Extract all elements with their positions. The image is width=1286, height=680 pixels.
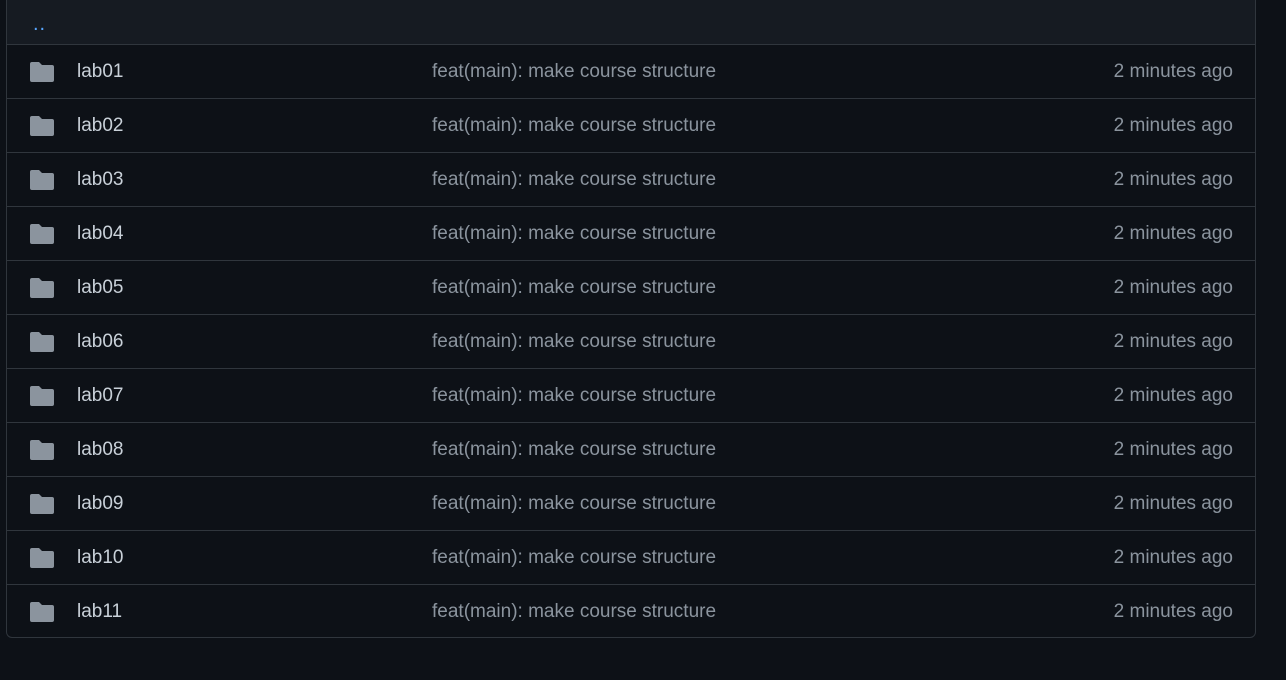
commit-message-link[interactable]: feat(main): make course structure [432, 115, 716, 137]
folder-icon [29, 493, 55, 514]
parent-directory-link[interactable]: .. [33, 14, 46, 34]
parent-directory-row: .. [7, 0, 1255, 45]
commit-age: 2 minutes ago [1113, 222, 1233, 244]
table-row: lab07 feat(main): make course structure … [7, 369, 1255, 423]
folder-icon [29, 61, 55, 82]
commit-message-link[interactable]: feat(main): make course structure [432, 277, 716, 299]
commit-message-link[interactable]: feat(main): make course structure [432, 61, 716, 83]
folder-name-link[interactable]: lab10 [77, 547, 124, 569]
table-row: lab08 feat(main): make course structure … [7, 423, 1255, 477]
table-row: lab06 feat(main): make course structure … [7, 315, 1255, 369]
folder-name-link[interactable]: lab02 [77, 115, 124, 137]
commit-message-link[interactable]: feat(main): make course structure [432, 385, 716, 407]
file-list: .. lab01 feat(main): make course structu… [6, 0, 1256, 638]
table-row: lab02 feat(main): make course structure … [7, 99, 1255, 153]
folder-icon [29, 547, 55, 568]
commit-message-link[interactable]: feat(main): make course structure [432, 601, 716, 623]
folder-icon [29, 115, 55, 136]
folder-name-link[interactable]: lab06 [77, 331, 124, 353]
commit-age: 2 minutes ago [1113, 114, 1233, 136]
commit-age: 2 minutes ago [1113, 492, 1233, 514]
commit-age: 2 minutes ago [1113, 546, 1233, 568]
table-row: lab10 feat(main): make course structure … [7, 531, 1255, 585]
commit-age: 2 minutes ago [1113, 384, 1233, 406]
folder-icon [29, 385, 55, 406]
folder-name-link[interactable]: lab01 [77, 61, 124, 83]
commit-message-link[interactable]: feat(main): make course structure [432, 493, 716, 515]
commit-age: 2 minutes ago [1113, 168, 1233, 190]
folder-name-link[interactable]: lab11 [77, 601, 122, 623]
table-row: lab05 feat(main): make course structure … [7, 261, 1255, 315]
folder-name-link[interactable]: lab04 [77, 223, 124, 245]
commit-age: 2 minutes ago [1113, 276, 1233, 298]
folder-icon [29, 169, 55, 190]
commit-message-link[interactable]: feat(main): make course structure [432, 331, 716, 353]
folder-name-link[interactable]: lab05 [77, 277, 124, 299]
commit-age: 2 minutes ago [1113, 330, 1233, 352]
folder-name-link[interactable]: lab07 [77, 385, 124, 407]
folder-name-link[interactable]: lab09 [77, 493, 124, 515]
table-row: lab04 feat(main): make course structure … [7, 207, 1255, 261]
folder-icon [29, 223, 55, 244]
commit-message-link[interactable]: feat(main): make course structure [432, 547, 716, 569]
folder-icon [29, 439, 55, 460]
commit-message-link[interactable]: feat(main): make course structure [432, 439, 716, 461]
table-row: lab09 feat(main): make course structure … [7, 477, 1255, 531]
folder-icon [29, 602, 55, 622]
commit-message-link[interactable]: feat(main): make course structure [432, 223, 716, 245]
folder-icon [29, 277, 55, 298]
table-row: lab03 feat(main): make course structure … [7, 153, 1255, 207]
folder-icon [29, 331, 55, 352]
commit-age: 2 minutes ago [1113, 60, 1233, 82]
table-row: lab01 feat(main): make course structure … [7, 45, 1255, 99]
commit-message-link[interactable]: feat(main): make course structure [432, 169, 716, 191]
commit-age: 2 minutes ago [1113, 438, 1233, 460]
table-row: lab11 feat(main): make course structure … [7, 585, 1255, 637]
folder-name-link[interactable]: lab08 [77, 439, 124, 461]
folder-name-link[interactable]: lab03 [77, 169, 124, 191]
commit-age: 2 minutes ago [1113, 601, 1233, 622]
page: .. lab01 feat(main): make course structu… [0, 0, 1286, 680]
